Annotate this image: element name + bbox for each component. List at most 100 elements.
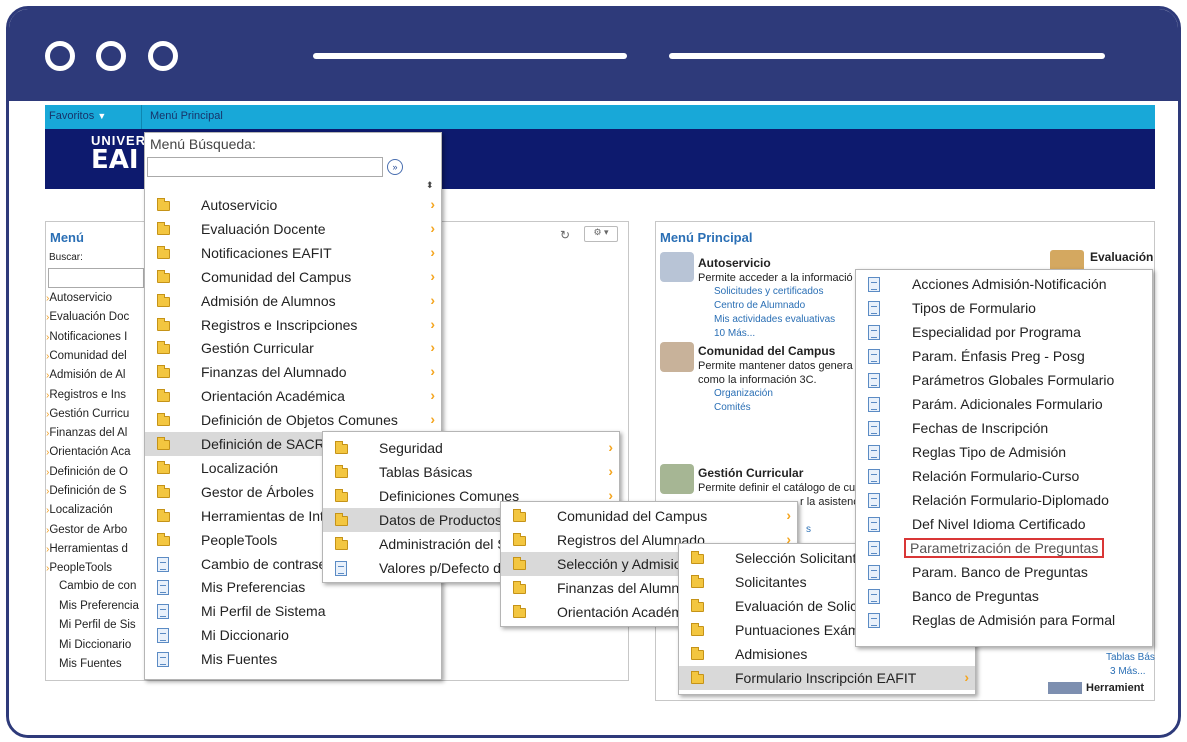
left-menu-item[interactable]: ›Comunidad del: [46, 350, 142, 362]
refresh-icon[interactable]: ↻: [560, 228, 570, 242]
folder-icon: [157, 460, 170, 477]
left-menu-item[interactable]: ›Registros e Ins: [46, 389, 142, 401]
menu-item[interactable]: Definición de Objetos Comunes ›: [145, 408, 441, 432]
gestion-link[interactable]: s: [806, 524, 811, 535]
menu-item[interactable]: Formulario Inscripción EAFIT ›: [679, 666, 975, 690]
left-menu-item[interactable]: ›Gestor de Árbo: [46, 524, 142, 536]
menu-item[interactable]: Parámetros Globales Formulario: [856, 368, 1152, 392]
menu-item[interactable]: Evaluación Docente ›: [145, 217, 441, 241]
left-menu-item-label: Gestión Curricu: [49, 407, 130, 420]
comunidad-heading[interactable]: Comunidad del Campus: [698, 344, 835, 358]
left-menu-item[interactable]: Mi Diccionario: [59, 639, 143, 651]
search-go-icon[interactable]: »: [387, 159, 403, 175]
link-solicitudes[interactable]: Solicitudes y certificados: [714, 286, 824, 297]
left-menu-item[interactable]: ›Herramientas d: [46, 543, 142, 555]
menu-search-input[interactable]: [147, 157, 383, 177]
menu-item[interactable]: Tablas Básicas ›: [323, 460, 619, 484]
address-bar-line: [669, 53, 1105, 59]
left-menu-item[interactable]: ›Orientación Aca: [46, 446, 142, 458]
menu-item[interactable]: Admisión de Alumnos ›: [145, 289, 441, 313]
autoservicio-icon: [660, 252, 694, 282]
chevron-right-icon: ›: [964, 669, 969, 685]
menu-item[interactable]: Parametrización de Preguntas: [856, 536, 1152, 560]
left-menu-item[interactable]: ›Localización: [46, 504, 142, 516]
link-organizacion[interactable]: Organización: [714, 388, 773, 399]
folder-icon: [691, 551, 704, 567]
left-menu-item[interactable]: ›Evaluación Doc: [46, 311, 142, 323]
settings-icon[interactable]: ⚙ ▾: [584, 226, 618, 242]
menu-item[interactable]: Comunidad del Campus ›: [501, 504, 797, 528]
window-dot-icon[interactable]: [96, 41, 126, 71]
menu-item[interactable]: Finanzas del Alumnado ›: [145, 360, 441, 384]
menu-item[interactable]: Banco de Preguntas: [856, 584, 1152, 608]
herramient-heading[interactable]: Herramient: [1086, 682, 1144, 694]
menu-item[interactable]: Parám. Adicionales Formulario: [856, 392, 1152, 416]
menu-item[interactable]: Autoservicio ›: [145, 193, 441, 217]
menu-item[interactable]: Mis Fuentes: [145, 647, 441, 671]
link-actividades[interactable]: Mis actividades evaluativas: [714, 314, 835, 325]
favoritos-tab[interactable]: Favoritos ▼: [45, 105, 110, 129]
menu-item[interactable]: Reglas de Admisión para Formal: [856, 608, 1152, 632]
left-menu-item-label: PeopleTools: [49, 562, 112, 575]
left-menu-item[interactable]: Cambio de con: [59, 580, 143, 592]
link-comites[interactable]: Comités: [714, 402, 751, 413]
folder-icon: [157, 293, 170, 310]
menu-item[interactable]: Orientación Académica ›: [145, 384, 441, 408]
menu-item[interactable]: Relación Formulario-Curso: [856, 464, 1152, 488]
menu-item-label: Definiciones Comunes: [379, 488, 520, 504]
left-menu-item[interactable]: ›Definición de O: [46, 466, 142, 478]
autoservicio-heading[interactable]: Autoservicio: [698, 256, 771, 270]
folder-icon: [157, 365, 170, 381]
menu-item[interactable]: Comunidad del Campus ›: [145, 265, 441, 289]
left-menu-item[interactable]: ›Autoservicio: [46, 292, 142, 304]
menu-item[interactable]: Param. Banco de Preguntas: [856, 560, 1152, 584]
left-menu-item[interactable]: Mi Perfil de Sis: [59, 619, 143, 631]
menu-item-label: Reglas Tipo de Admisión: [912, 444, 1067, 460]
menu-item[interactable]: Registros e Inscripciones ›: [145, 313, 441, 337]
link-3-mas[interactable]: 3 Más...: [1110, 666, 1146, 677]
window-dot-icon[interactable]: [45, 41, 75, 71]
menu-item-label: Autoservicio: [201, 197, 278, 213]
menu-item[interactable]: Seguridad ›: [323, 436, 619, 460]
menu-item-label: Acciones Admisión-Notificación: [912, 276, 1107, 292]
menu-item[interactable]: Fechas de Inscripción: [856, 416, 1152, 440]
menu-item[interactable]: Relación Formulario-Diplomado: [856, 488, 1152, 512]
folder-icon: [513, 533, 526, 549]
folder-icon: [157, 413, 170, 429]
menu-item[interactable]: Mi Diccionario: [145, 623, 441, 647]
menu-item[interactable]: Def Nivel Idioma Certificado: [856, 512, 1152, 536]
menu-principal-tab[interactable]: Menú Principal: [141, 105, 227, 129]
menu-item[interactable]: Reglas Tipo de Admisión: [856, 440, 1152, 464]
menu-search-title: Menú Búsqueda:: [150, 136, 256, 152]
menu-item[interactable]: Especialidad por Programa: [856, 320, 1152, 344]
document-icon: [868, 277, 880, 295]
left-menu-item[interactable]: ›Finanzas del Al: [46, 427, 142, 439]
left-menu-item[interactable]: ›Admisión de Al: [46, 369, 142, 381]
menu-item[interactable]: Notificaciones EAFIT ›: [145, 241, 441, 265]
link-tablas[interactable]: Tablas Bás: [1106, 652, 1155, 663]
left-menu-item[interactable]: ›Definición de S: [46, 485, 142, 497]
menu-item[interactable]: Gestión Curricular ›: [145, 336, 441, 360]
link-centro-alumnado[interactable]: Centro de Alumnado: [714, 300, 805, 311]
left-menu-item[interactable]: Mis Preferencia: [59, 600, 143, 612]
menu-item[interactable]: Tipos de Formulario: [856, 296, 1152, 320]
menu-item[interactable]: Mi Perfil de Sistema: [145, 599, 441, 623]
document-icon: [868, 301, 880, 319]
window-dot-icon[interactable]: [148, 41, 178, 71]
left-menu-item-label: Evaluación Doc: [49, 311, 130, 324]
menu-item[interactable]: Param. Énfasis Preg - Posg: [856, 344, 1152, 368]
left-menu-item[interactable]: ›Gestión Curricu: [46, 408, 142, 420]
left-menu-item[interactable]: ›Notificaciones I: [46, 331, 142, 343]
gestion-heading[interactable]: Gestión Curricular: [698, 466, 803, 480]
evaluacion-heading[interactable]: Evaluación: [1090, 250, 1153, 264]
menu-item-label: Registros e Inscripciones: [201, 316, 358, 333]
link-mas[interactable]: 10 Más...: [714, 328, 755, 339]
gestion-icon: [660, 464, 694, 494]
folder-icon: [157, 389, 170, 405]
left-menu-item[interactable]: Mis Fuentes: [59, 658, 143, 670]
gestion-desc2: r la asistenc: [800, 496, 859, 508]
left-search-input[interactable]: [48, 268, 144, 288]
menu-item[interactable]: Acciones Admisión-Notificación: [856, 272, 1152, 296]
sort-icon[interactable]: ⬍: [426, 180, 434, 191]
left-menu-item[interactable]: ›PeopleTools: [46, 562, 142, 574]
